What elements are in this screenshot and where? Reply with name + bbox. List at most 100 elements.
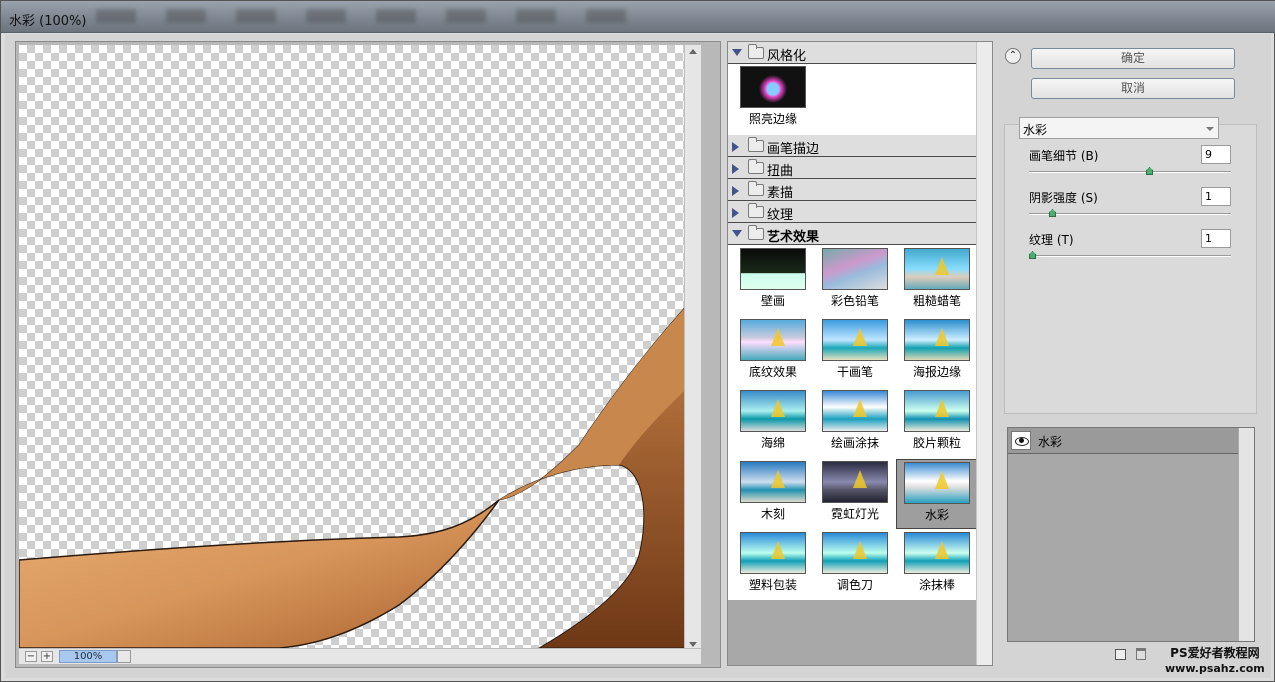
filter-thumb-neon-glow[interactable]: 霓虹灯光 bbox=[814, 459, 896, 529]
folder-icon bbox=[748, 203, 764, 218]
filter-name: 底纹效果 bbox=[748, 365, 797, 379]
filter-name: 海绵 bbox=[760, 436, 785, 450]
filter-name: 粗糙蜡笔 bbox=[912, 294, 961, 308]
filter-preview-image bbox=[740, 66, 806, 108]
zoom-dropdown-button[interactable] bbox=[117, 650, 131, 663]
preview-canvas[interactable] bbox=[19, 45, 701, 648]
filter-list-scrollbar[interactable] bbox=[976, 42, 992, 665]
filter-thumb-watercolor[interactable]: 水彩 bbox=[896, 459, 978, 529]
param-shadow-intensity: 阴影强度 (S) 1 bbox=[1029, 187, 1231, 227]
category-label: 风格化 bbox=[767, 49, 807, 64]
slider-track[interactable] bbox=[1029, 213, 1231, 215]
slider-track[interactable] bbox=[1029, 171, 1231, 173]
brush-detail-input[interactable]: 9 bbox=[1201, 145, 1231, 164]
filter-preview-image bbox=[740, 248, 806, 290]
category-label: 扭曲 bbox=[767, 164, 794, 179]
folder-icon bbox=[748, 159, 764, 174]
filter-preview-image bbox=[822, 248, 888, 290]
eye-icon[interactable] bbox=[1011, 431, 1031, 450]
sailboat-icon bbox=[935, 471, 949, 489]
filter-dialog-window: 水彩 (100%) − + 100% 风格化 照亮边缘 画笔描边 扭曲 素描 纹… bbox=[0, 0, 1275, 682]
shadow-intensity-input[interactable]: 1 bbox=[1201, 187, 1231, 206]
zoom-in-button[interactable]: + bbox=[41, 651, 53, 662]
filter-thumb-colored-pencil[interactable]: 彩色铅笔 bbox=[814, 246, 896, 316]
filter-thumb-rough-pastels[interactable]: 粗糙蜡笔 bbox=[896, 246, 978, 316]
category-texture[interactable]: 纹理 bbox=[728, 201, 976, 223]
new-effect-layer-icon[interactable] bbox=[1115, 649, 1126, 660]
param-label: 纹理 (T) bbox=[1029, 233, 1074, 247]
folder-icon bbox=[748, 44, 764, 59]
category-sketch[interactable]: 素描 bbox=[728, 179, 976, 201]
filter-thumb-film-grain[interactable]: 胶片颗粒 bbox=[896, 388, 978, 458]
category-stylize[interactable]: 风格化 bbox=[728, 42, 976, 64]
ok-button[interactable]: 确定 bbox=[1031, 48, 1235, 69]
filter-preview-image bbox=[822, 461, 888, 503]
scroll-up-arrow-icon[interactable] bbox=[689, 49, 697, 54]
filter-name: 绘画涂抹 bbox=[830, 436, 879, 450]
effect-layers-panel: 水彩 bbox=[1007, 427, 1255, 642]
filter-thumb-plastic-wrap[interactable]: 塑料包装 bbox=[732, 530, 814, 600]
filter-thumb-sponge[interactable]: 海绵 bbox=[732, 388, 814, 458]
filter-name: 胶片颗粒 bbox=[912, 436, 961, 450]
zoom-out-button[interactable]: − bbox=[25, 651, 37, 662]
category-label: 画笔描边 bbox=[767, 142, 820, 157]
collapse-gallery-button[interactable]: ⌃ bbox=[1005, 48, 1021, 64]
filter-preview-image bbox=[740, 390, 806, 432]
filter-preview-image bbox=[904, 248, 970, 290]
sailboat-icon bbox=[771, 470, 785, 488]
filter-preview-image bbox=[822, 532, 888, 574]
filter-thumb-fresco[interactable]: 壁画 bbox=[732, 246, 814, 316]
filter-preview-image bbox=[904, 462, 970, 504]
slider-track[interactable] bbox=[1029, 255, 1231, 257]
preview-image bbox=[19, 289, 701, 648]
watermark: PS爱好者教程网 www.psahz.com bbox=[1165, 646, 1265, 676]
filter-preview-image bbox=[740, 532, 806, 574]
cancel-button[interactable]: 取消 bbox=[1031, 78, 1235, 99]
filter-thumb-paint-daubs[interactable]: 绘画涂抹 bbox=[814, 388, 896, 458]
filter-thumb-underpainting[interactable]: 底纹效果 bbox=[732, 317, 814, 387]
filter-preview-image bbox=[904, 532, 970, 574]
slider-handle[interactable] bbox=[1029, 251, 1036, 259]
preview-zoom-bar: − + 100% bbox=[19, 648, 701, 664]
category-distort[interactable]: 扭曲 bbox=[728, 157, 976, 179]
filter-preview-image bbox=[740, 319, 806, 361]
category-artistic[interactable]: 艺术效果 bbox=[728, 223, 976, 245]
filter-thumb-poster-edges[interactable]: 海报边缘 bbox=[896, 317, 978, 387]
effect-layer-row[interactable]: 水彩 bbox=[1008, 428, 1238, 454]
title-bar-background bbox=[96, 9, 656, 23]
collapsed-arrow-icon bbox=[732, 186, 739, 196]
filter-preview-image bbox=[904, 319, 970, 361]
texture-input[interactable]: 1 bbox=[1201, 229, 1231, 248]
zoom-level-field[interactable]: 100% bbox=[59, 650, 117, 663]
filter-preview-image bbox=[822, 319, 888, 361]
watermark-title: PS爱好者教程网 bbox=[1170, 646, 1260, 660]
filter-settings-panel: 水彩 画笔细节 (B) 9 阴影强度 (S) 1 纹理 (T) 1 bbox=[1004, 117, 1257, 414]
title-bar[interactable]: 水彩 (100%) bbox=[1, 1, 1275, 33]
sailboat-icon bbox=[771, 328, 785, 346]
dropdown-arrow-icon bbox=[1206, 127, 1214, 131]
slider-handle[interactable] bbox=[1049, 209, 1056, 217]
filter-gallery-list: 风格化 照亮边缘 画笔描边 扭曲 素描 纹理 艺术效果 壁画 彩色铅笔 粗糙蜡笔… bbox=[727, 41, 993, 666]
preview-vertical-scrollbar[interactable] bbox=[684, 45, 701, 648]
sailboat-icon bbox=[935, 399, 949, 417]
effect-layer-name: 水彩 bbox=[1038, 435, 1063, 449]
layers-scrollbar[interactable] bbox=[1238, 428, 1254, 641]
filter-thumb-glowing-edges[interactable]: 照亮边缘 bbox=[732, 64, 814, 134]
sailboat-icon bbox=[935, 257, 949, 275]
filter-list-empty-area bbox=[728, 600, 976, 665]
filter-thumb-smudge-stick[interactable]: 涂抹棒 bbox=[896, 530, 978, 600]
watermark-url: www.psahz.com bbox=[1165, 662, 1265, 675]
trash-icon[interactable] bbox=[1136, 648, 1146, 660]
folder-icon bbox=[748, 137, 764, 152]
filter-thumb-palette-knife[interactable]: 调色刀 bbox=[814, 530, 896, 600]
filter-thumb-cutout[interactable]: 木刻 bbox=[732, 459, 814, 529]
scroll-down-arrow-icon[interactable] bbox=[689, 642, 697, 647]
slider-handle[interactable] bbox=[1146, 167, 1153, 175]
filter-thumb-dry-brush[interactable]: 干画笔 bbox=[814, 317, 896, 387]
category-brush-strokes[interactable]: 画笔描边 bbox=[728, 135, 976, 157]
filter-name: 壁画 bbox=[760, 294, 785, 308]
filter-select-dropdown[interactable]: 水彩 bbox=[1019, 117, 1219, 139]
filter-name: 水彩 bbox=[924, 508, 949, 522]
filter-name: 照亮边缘 bbox=[748, 112, 797, 126]
sailboat-icon bbox=[935, 328, 949, 346]
